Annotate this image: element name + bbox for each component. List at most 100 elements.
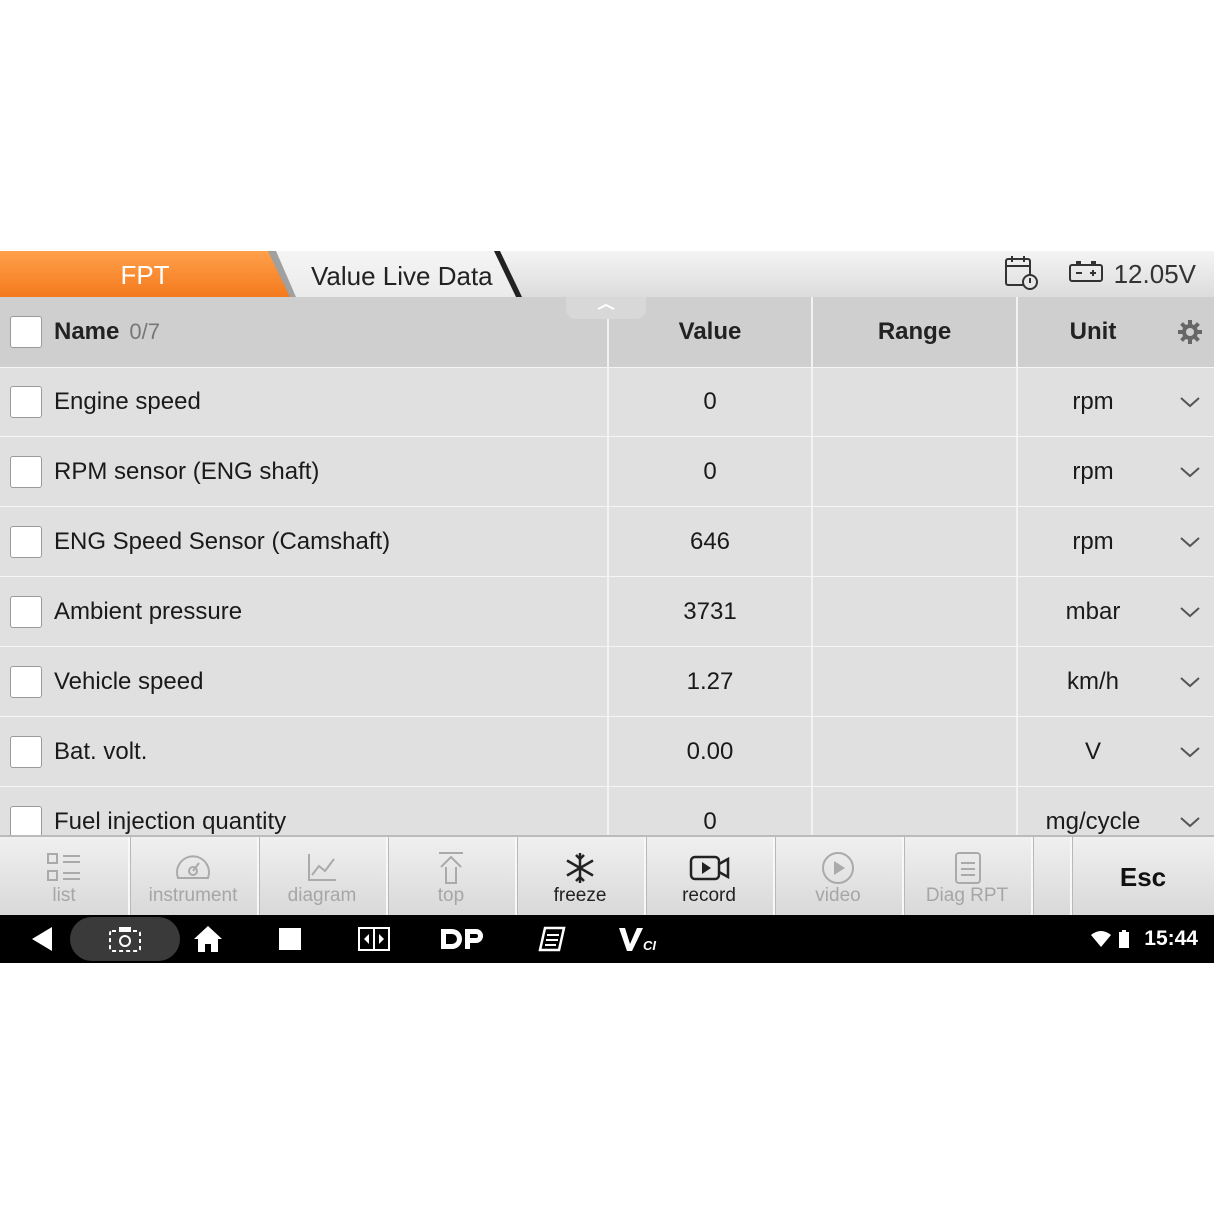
row-value: 3731 bbox=[609, 577, 813, 646]
chevron-down-icon[interactable] bbox=[1166, 647, 1214, 716]
row-range bbox=[813, 507, 1018, 576]
toolbar-spacer bbox=[1032, 837, 1072, 917]
row-range bbox=[813, 647, 1018, 716]
selected-count: 0/7 bbox=[129, 319, 160, 344]
table-header: Name 0/7 Value Range Unit bbox=[0, 297, 1214, 368]
row-range bbox=[813, 577, 1018, 646]
snowflake-icon bbox=[566, 853, 594, 883]
row-range bbox=[813, 787, 1018, 835]
list-label: list bbox=[52, 885, 76, 906]
tab-fpt-label: FPT bbox=[120, 260, 170, 290]
system-nav-bar: CI 15:44 bbox=[0, 915, 1214, 963]
tab-value-live-data[interactable]: Value Live Data bbox=[268, 251, 524, 297]
dp-logo-icon[interactable] bbox=[436, 915, 490, 963]
row-unit: rpm bbox=[1072, 387, 1114, 415]
row-checkbox[interactable] bbox=[10, 665, 42, 698]
top-bar: FPT Value Live Data 12.05V bbox=[0, 251, 1214, 297]
row-unit: rpm bbox=[1072, 527, 1114, 555]
table-row[interactable]: RPM sensor (ENG shaft) 0 rpm bbox=[0, 437, 1214, 507]
column-unit: Unit bbox=[1069, 318, 1117, 345]
video-camera-icon bbox=[689, 855, 730, 881]
table-row[interactable]: Engine speed 0 rpm bbox=[0, 367, 1214, 437]
row-name: Ambient pressure bbox=[54, 597, 243, 625]
app-screen: FPT Value Live Data 12.05V Name 0/7 Valu… bbox=[0, 251, 1214, 963]
play-circle-icon bbox=[822, 852, 854, 884]
notes-icon[interactable] bbox=[532, 915, 572, 963]
column-range: Range bbox=[813, 297, 1018, 367]
table-row[interactable]: Vehicle speed 1.27 km/h bbox=[0, 647, 1214, 717]
list-icon bbox=[47, 853, 80, 881]
home-icon[interactable] bbox=[188, 915, 228, 963]
live-data-table: Name 0/7 Value Range Unit Engine speed 0… bbox=[0, 297, 1214, 835]
back-icon[interactable] bbox=[22, 915, 62, 963]
chevron-down-icon[interactable] bbox=[1166, 507, 1214, 576]
battery-icon bbox=[1068, 258, 1104, 291]
diagram-button[interactable]: diagram bbox=[258, 837, 388, 917]
list-button[interactable]: list bbox=[0, 837, 130, 917]
select-all-checkbox[interactable] bbox=[10, 316, 42, 348]
battery-status-icon bbox=[1116, 915, 1132, 963]
row-name: Engine speed bbox=[54, 387, 201, 415]
tab-fpt[interactable]: FPT bbox=[0, 251, 296, 297]
video-button[interactable]: video bbox=[774, 837, 904, 917]
wifi-icon bbox=[1090, 915, 1112, 963]
chevron-down-icon[interactable] bbox=[1166, 717, 1214, 786]
row-unit: mg/cycle bbox=[1045, 807, 1141, 835]
settings-gear-icon[interactable] bbox=[1166, 297, 1214, 367]
gauge-icon bbox=[176, 855, 210, 879]
row-value: 0 bbox=[609, 787, 813, 835]
top-label: top bbox=[437, 885, 465, 906]
row-checkbox[interactable] bbox=[10, 735, 42, 768]
window-icon[interactable] bbox=[354, 915, 394, 963]
row-value: 0 bbox=[609, 367, 813, 436]
chevron-down-icon[interactable] bbox=[1166, 787, 1214, 835]
row-range bbox=[813, 367, 1018, 436]
voltage-reading: 12.05V bbox=[1113, 258, 1196, 289]
freeze-button[interactable]: freeze bbox=[516, 837, 646, 917]
chevron-down-icon[interactable] bbox=[1166, 577, 1214, 646]
instrument-label: instrument bbox=[148, 885, 238, 906]
row-name: ENG Speed Sensor (Camshaft) bbox=[54, 527, 391, 555]
row-unit: km/h bbox=[1066, 667, 1119, 695]
esc-button[interactable]: Esc bbox=[1072, 837, 1214, 917]
chevron-down-icon[interactable] bbox=[1166, 367, 1214, 436]
diag-report-button[interactable]: Diag RPT bbox=[903, 837, 1033, 917]
diagram-label: diagram bbox=[287, 885, 357, 906]
record-button[interactable]: record bbox=[645, 837, 775, 917]
video-label: video bbox=[815, 885, 861, 906]
row-checkbox[interactable] bbox=[10, 595, 42, 628]
top-button[interactable]: top bbox=[387, 837, 517, 917]
row-unit: rpm bbox=[1072, 457, 1114, 485]
table-row[interactable]: Fuel injection quantity 0 mg/cycle bbox=[0, 787, 1214, 835]
row-value: 1.27 bbox=[609, 647, 813, 716]
report-document-icon bbox=[955, 852, 981, 884]
table-row[interactable]: ENG Speed Sensor (Camshaft) 646 rpm bbox=[0, 507, 1214, 577]
tab-value-live-data-label: Value Live Data bbox=[311, 261, 493, 291]
table-row[interactable]: Bat. volt. 0.00 V bbox=[0, 717, 1214, 787]
freeze-label: freeze bbox=[553, 885, 607, 906]
row-checkbox[interactable] bbox=[10, 805, 42, 835]
row-checkbox[interactable] bbox=[10, 455, 42, 488]
arrow-up-icon bbox=[439, 852, 463, 884]
vci-icon[interactable]: CI bbox=[616, 915, 664, 963]
line-chart-icon bbox=[308, 854, 336, 881]
recents-icon[interactable] bbox=[270, 915, 310, 963]
row-checkbox[interactable] bbox=[10, 525, 42, 558]
table-row[interactable]: Ambient pressure 3731 mbar bbox=[0, 577, 1214, 647]
row-checkbox[interactable] bbox=[10, 385, 42, 418]
clock: 15:44 bbox=[1144, 927, 1198, 950]
row-value: 0.00 bbox=[609, 717, 813, 786]
collapse-handle[interactable] bbox=[566, 297, 646, 319]
row-name: Fuel injection quantity bbox=[54, 807, 287, 835]
instrument-button[interactable]: instrument bbox=[129, 837, 259, 917]
chevron-down-icon[interactable] bbox=[1166, 437, 1214, 506]
column-name: Name bbox=[54, 318, 120, 345]
row-unit: V bbox=[1084, 737, 1101, 765]
function-toolbar: list instrument diagram top freeze recor… bbox=[0, 835, 1214, 917]
calendar-clock-icon[interactable] bbox=[1000, 252, 1040, 297]
svg-text:CI: CI bbox=[643, 938, 656, 953]
row-value: 0 bbox=[609, 437, 813, 506]
row-unit: mbar bbox=[1065, 597, 1121, 625]
row-range bbox=[813, 437, 1018, 506]
screenshot-icon[interactable] bbox=[104, 915, 146, 963]
